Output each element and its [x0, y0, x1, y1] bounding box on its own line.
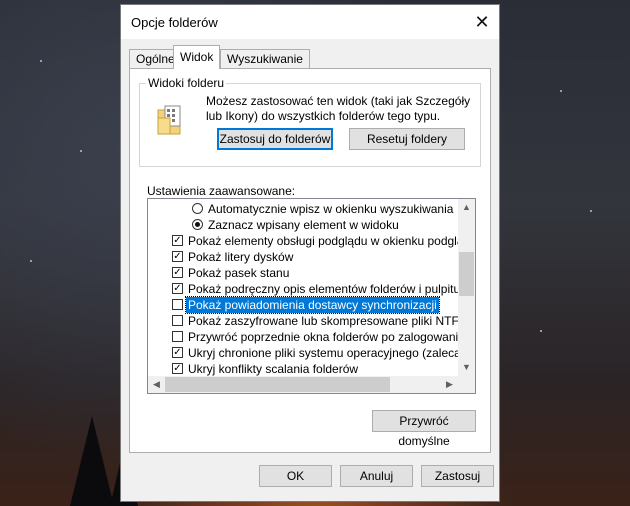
star [590, 210, 592, 212]
folder-options-dialog: Opcje folderów ✕ Ogólne Widok Wyszukiwan… [120, 4, 500, 502]
folder-views-description: Możesz zastosować ten widok (taki jak Sz… [206, 94, 471, 123]
list-item-label: Pokaż podręczny opis elementów folderów … [188, 282, 461, 296]
vertical-scroll-thumb[interactable] [459, 252, 474, 296]
list-item-label: Automatycznie wpisz w okienku wyszukiwan… [208, 202, 454, 216]
list-item-label: Zaznacz wpisany element w widoku [208, 218, 399, 232]
scroll-up-icon[interactable]: ▲ [458, 199, 475, 216]
checkbox[interactable]: ✓ [172, 267, 183, 278]
scroll-left-icon[interactable]: ◀ [148, 376, 165, 393]
reset-folders-button[interactable]: Resetuj foldery [349, 128, 465, 150]
cancel-button[interactable]: Anuluj [340, 465, 413, 487]
tab-search[interactable]: Wyszukiwanie [220, 49, 310, 68]
checkbox[interactable]: ✓ [172, 347, 183, 358]
dialog-title: Opcje folderów [131, 15, 218, 30]
star [540, 330, 542, 332]
checkbox[interactable]: ✓ [172, 235, 183, 246]
apply-button[interactable]: Zastosuj [421, 465, 494, 487]
list-item-label: Przywróć poprzednie okna folderów po zal… [188, 330, 465, 344]
list-item-label: Pokaż litery dysków [188, 250, 294, 264]
checkbox[interactable]: ✓ [172, 251, 183, 262]
restore-defaults-button[interactable]: Przywróć domyślne [372, 410, 476, 448]
checkbox[interactable]: ✓ [172, 283, 183, 294]
checkbox[interactable] [172, 299, 183, 310]
checkbox[interactable] [172, 331, 183, 342]
advanced-settings-label: Ustawienia zaawansowane: [147, 184, 296, 198]
folder-views-label: Widoki folderu [146, 76, 227, 90]
star [560, 90, 562, 92]
scroll-down-icon[interactable]: ▼ [458, 359, 475, 376]
radio-button[interactable] [192, 219, 203, 230]
list-item-label-selected: Pokaż powiadomienia dostawcy synchroniza… [185, 296, 440, 314]
list-item-label: Ukryj konflikty scalania folderów [188, 362, 359, 376]
star [40, 60, 42, 62]
star [30, 260, 32, 262]
vertical-scrollbar[interactable]: ▲ ▼ [458, 199, 475, 376]
checkbox[interactable] [172, 315, 183, 326]
horizontal-scrollbar[interactable]: ◀ ▶ [148, 376, 458, 393]
star [80, 150, 82, 152]
tree-silhouette [70, 416, 114, 506]
title-bar[interactable]: Opcje folderów ✕ [121, 5, 499, 39]
folder-views-group: Widoki folderu Możesz zastosować ten wid… [139, 76, 481, 167]
ok-button[interactable]: OK [259, 465, 332, 487]
list-item-label: Pokaż elementy obsługi podglądu w okienk… [188, 234, 476, 248]
checkbox[interactable]: ✓ [172, 363, 183, 374]
list-item-label: Pokaż zaszyfrowane lub skompresowane pli… [188, 314, 475, 328]
list-item-label: Pokaż pasek stanu [188, 266, 290, 280]
advanced-settings-list[interactable]: Automatycznie wpisz w okienku wyszukiwan… [147, 198, 476, 394]
radio-button[interactable] [192, 203, 203, 214]
scroll-right-icon[interactable]: ▶ [441, 376, 458, 393]
scrollbar-corner [458, 376, 475, 393]
tab-view[interactable]: Widok [173, 45, 221, 69]
horizontal-scroll-thumb[interactable] [165, 377, 390, 392]
close-icon[interactable]: ✕ [465, 5, 499, 39]
list-item-label: Ukryj chronione pliki systemu operacyjne… [188, 346, 476, 360]
apply-to-folders-button[interactable]: Zastosuj do folderów [217, 128, 333, 150]
folder-views-icon [157, 105, 181, 135]
